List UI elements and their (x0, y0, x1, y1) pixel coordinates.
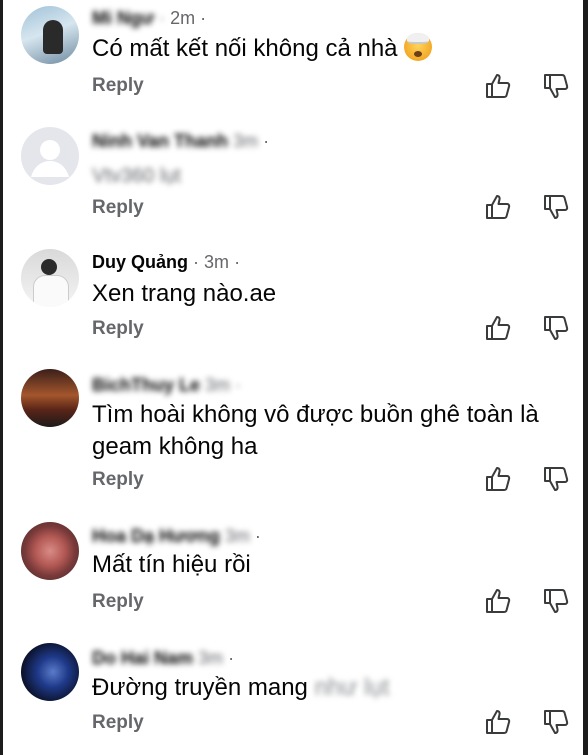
avatar[interactable] (21, 249, 79, 307)
comment-text: Tìm hoài không vô được buồn ghê toàn là … (92, 401, 539, 460)
thumbs-up-icon[interactable] (484, 314, 512, 342)
commenter-name[interactable]: Mi Ngư (92, 8, 154, 28)
commenter-name[interactable]: Do Hai Nam (92, 648, 193, 668)
avatar[interactable] (21, 522, 79, 580)
default-avatar-icon (31, 140, 69, 177)
comment-text: Có mất kết nối không cả nhà (92, 35, 398, 62)
comment-separator: · (254, 526, 261, 546)
comment-header: Do Hai Nam 3m · (92, 648, 234, 669)
comment-body: Có mất kết nối không cả nhà (92, 33, 562, 65)
left-frame-edge (0, 0, 3, 755)
comment-time[interactable]: 3m (198, 648, 223, 668)
comment-time[interactable]: 3m (205, 375, 230, 395)
thumbs-down-icon[interactable] (542, 708, 570, 736)
thumbs-down-icon[interactable] (542, 193, 570, 221)
thumbs-down-icon[interactable] (542, 314, 570, 342)
comment-separator: · (263, 131, 270, 151)
thumbs-down-icon[interactable] (542, 72, 570, 100)
comment-time[interactable]: 3m (225, 526, 250, 546)
comment-text: Xen trang nào.ae (92, 280, 277, 307)
reply-button[interactable]: Reply (92, 712, 144, 734)
comment-time[interactable]: 3m (233, 131, 258, 151)
comment-separator: · (228, 648, 235, 668)
comment-time[interactable]: 2m (170, 8, 195, 28)
comment-separator: · (234, 252, 241, 272)
thumbs-up-icon[interactable] (484, 72, 512, 100)
avatar-figure (43, 20, 63, 54)
comment-time[interactable]: 3m (204, 252, 229, 272)
comment-text: Mất tín hiệu rồi (92, 551, 251, 578)
commenter-name[interactable]: Hoa Dạ Hương (92, 526, 220, 546)
exploding-head-emoji-icon (403, 33, 432, 61)
reply-button[interactable]: Reply (92, 197, 144, 219)
comment-text: Vtv360 lụt (92, 165, 181, 187)
reply-button[interactable]: Reply (92, 469, 144, 491)
thumbs-up-icon[interactable] (484, 587, 512, 615)
commenter-name[interactable]: BichThuy Le (92, 375, 200, 395)
avatar-figure (41, 259, 57, 275)
reply-button[interactable]: Reply (92, 591, 144, 613)
comment-header: Hoa Dạ Hương 3m · (92, 526, 261, 547)
comment-header: Mi Ngư · 2m · (92, 8, 206, 29)
commenter-name[interactable]: Duy Quảng (92, 252, 188, 272)
avatar[interactable] (21, 6, 79, 64)
avatar[interactable] (21, 127, 79, 185)
comment-text-blurred: như lụt (314, 674, 390, 701)
avatar[interactable] (21, 643, 79, 701)
comment-header: Ninh Van Thanh 3m · (92, 131, 269, 152)
thumbs-up-icon[interactable] (484, 193, 512, 221)
thumbs-up-icon[interactable] (484, 465, 512, 493)
reply-button[interactable]: Reply (92, 318, 144, 340)
thumbs-down-icon[interactable] (542, 587, 570, 615)
reply-button[interactable]: Reply (92, 75, 144, 97)
comment-separator: · (200, 8, 207, 28)
avatar[interactable] (21, 369, 79, 427)
thumbs-down-icon[interactable] (542, 465, 570, 493)
comment-header: Duy Quảng · 3m · (92, 252, 240, 273)
comment-separator: · (159, 8, 166, 28)
comment-body: Đường truyền mang như lụt (92, 672, 562, 704)
thumbs-up-icon[interactable] (484, 708, 512, 736)
right-frame-edge (583, 0, 588, 755)
comment-text: Đường truyền mang (92, 674, 308, 701)
comment-separator: · (235, 375, 242, 395)
avatar-figure (33, 275, 69, 307)
comment-header: BichThuy Le 3m · (92, 375, 241, 396)
commenter-name[interactable]: Ninh Van Thanh (92, 131, 228, 151)
comment-separator: · (193, 252, 200, 272)
